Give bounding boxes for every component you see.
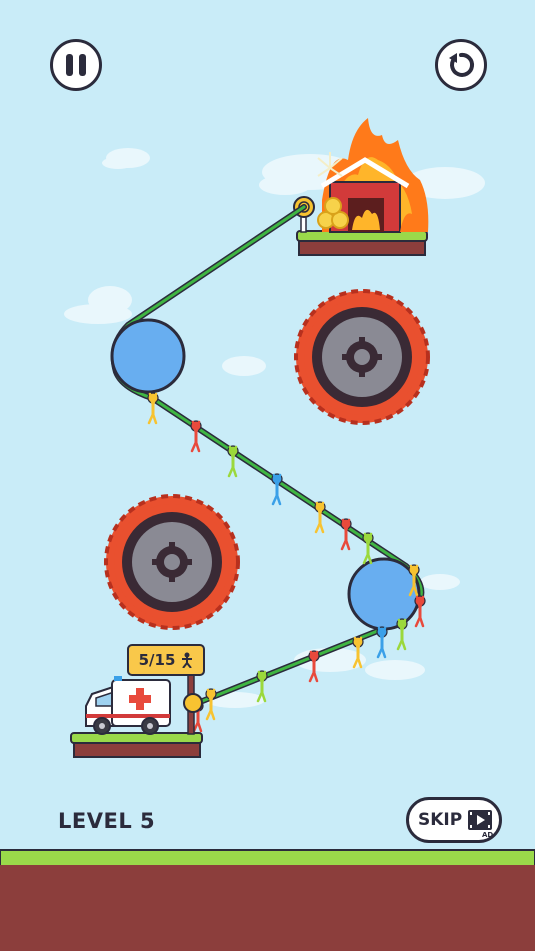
hanging-stickman	[340, 518, 352, 551]
restart-icon	[449, 52, 474, 77]
hanging-stickman	[376, 626, 388, 659]
hanging-stickman	[190, 420, 202, 453]
restart-button[interactable]	[435, 39, 487, 91]
bottom-platform	[70, 732, 203, 758]
level-label: LEVEL 5	[58, 809, 156, 833]
spinning-saw-lower	[104, 494, 240, 630]
pause-button[interactable]	[50, 39, 102, 91]
stickman-icon	[182, 652, 193, 668]
skip-ad-label: AD	[482, 831, 494, 839]
top-platform	[296, 230, 428, 256]
rescued-counter: 5/15	[138, 651, 176, 669]
hanging-stickman	[271, 473, 283, 506]
rescued-counter-sign: 5/15	[127, 644, 205, 676]
ground	[0, 849, 535, 951]
hanging-stickman	[414, 595, 426, 628]
bottom-rope-anchor	[183, 693, 203, 713]
hanging-stickman	[362, 532, 374, 565]
rope-pulley-upper[interactable]	[110, 318, 186, 394]
burning-barn	[317, 118, 429, 233]
ambulance	[85, 676, 171, 735]
hanging-stickman	[314, 501, 326, 534]
hanging-stickman	[396, 618, 408, 651]
spinning-saw-upper	[294, 289, 430, 425]
skip-level-button[interactable]: SKIP AD	[406, 797, 502, 843]
hanging-stickman	[227, 445, 239, 478]
video-ad-icon	[468, 810, 492, 830]
game-screen: 5/15 LEVEL 5 SKIP AD	[0, 0, 535, 951]
skip-label: SKIP	[418, 810, 463, 830]
hanging-stickman	[147, 392, 159, 425]
pause-icon	[63, 54, 89, 76]
